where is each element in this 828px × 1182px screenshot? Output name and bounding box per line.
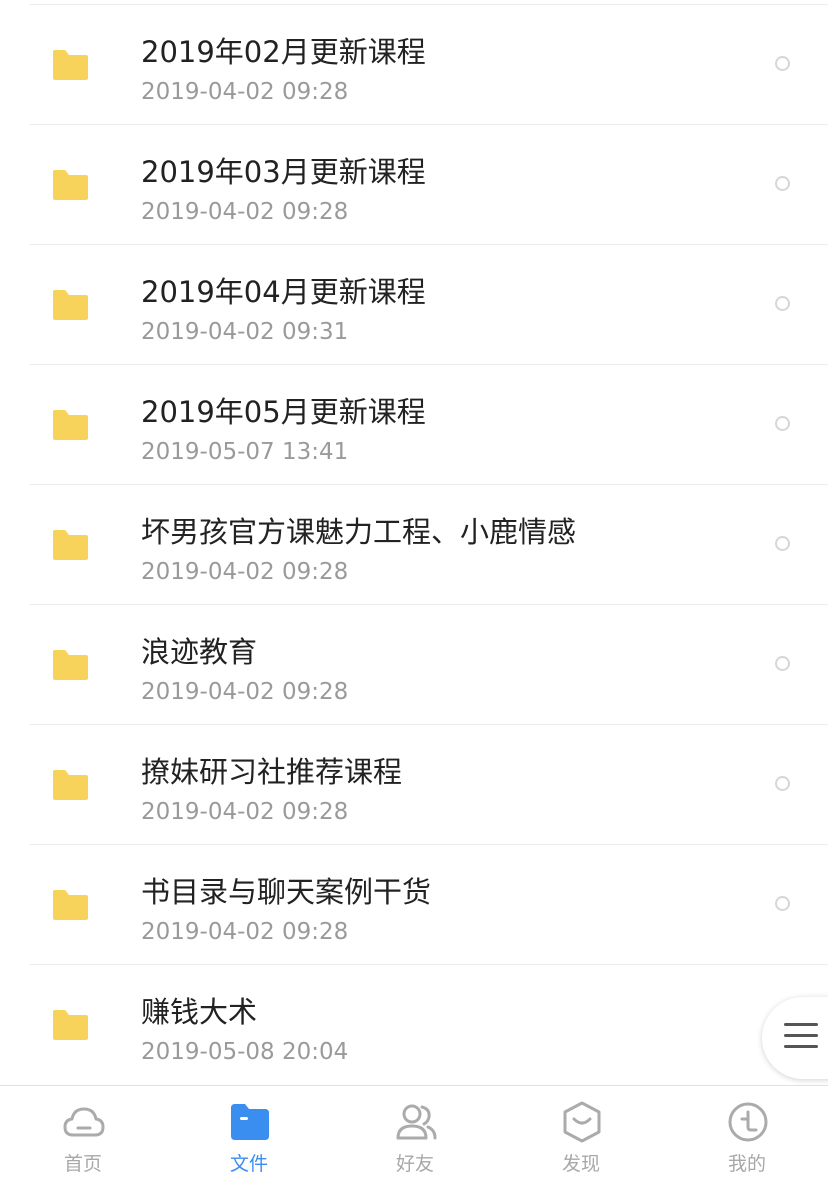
tab-label: 发现 <box>561 1153 600 1175</box>
list-item[interactable]: 2019年03月更新课程 2019-04-02 09:28 <box>0 125 828 245</box>
select-radio[interactable] <box>775 176 790 191</box>
file-modified-time: 2019-04-02 09:31 <box>141 319 349 345</box>
list-item[interactable]: 2019年04月更新课程 2019-04-02 09:31 <box>0 245 828 365</box>
file-modified-time: 2019-04-02 09:28 <box>141 919 349 945</box>
folder-icon <box>231 1104 269 1140</box>
menu-icon <box>784 1023 818 1026</box>
file-name: 2019年04月更新课程 <box>141 275 426 309</box>
list-item[interactable]: 撩妹研习社推荐课程 2019-04-02 09:28 <box>0 725 828 845</box>
file-modified-time: 2019-04-02 09:28 <box>141 199 349 225</box>
select-radio[interactable] <box>775 416 790 431</box>
list-item[interactable]: 赚钱大术 2019-05-08 20:04 <box>0 965 828 1085</box>
select-radio[interactable] <box>775 776 790 791</box>
select-radio[interactable] <box>775 536 790 551</box>
menu-icon-bar <box>784 1045 818 1048</box>
file-list: 2019年02月更新课程 2019-04-02 09:28 2019年03月更新… <box>0 0 828 1085</box>
file-modified-time: 2019-05-08 20:04 <box>141 1039 349 1065</box>
file-browser-screen: 2019年02月更新课程 2019-04-02 09:28 2019年03月更新… <box>0 0 828 1182</box>
folder-icon <box>53 890 88 920</box>
folder-icon <box>53 50 88 80</box>
tab-label: 好友 <box>395 1153 434 1175</box>
menu-icon-bar <box>784 1034 818 1037</box>
list-item[interactable]: 书目录与聊天案例干货 2019-04-02 09:28 <box>0 845 828 965</box>
file-name: 浪迹教育 <box>141 635 258 669</box>
file-modified-time: 2019-05-07 13:41 <box>141 439 349 465</box>
folder-icon <box>53 170 88 200</box>
select-radio[interactable] <box>775 296 790 311</box>
bottom-tab-bar: 首页 文件 好友 发现 我的 <box>0 1085 828 1182</box>
file-name: 书目录与聊天案例干货 <box>141 875 432 909</box>
file-modified-time: 2019-04-02 09:28 <box>141 79 349 105</box>
tab-friends[interactable]: 好友 <box>332 1086 498 1182</box>
discover-icon <box>563 1101 601 1143</box>
tab-label: 我的 <box>727 1153 766 1175</box>
file-modified-time: 2019-04-02 09:28 <box>141 799 349 825</box>
file-name: 赚钱大术 <box>141 995 258 1029</box>
select-radio[interactable] <box>775 656 790 671</box>
folder-icon <box>53 410 88 440</box>
cloud-icon <box>63 1107 105 1137</box>
folder-icon <box>53 650 88 680</box>
tab-label: 文件 <box>229 1153 268 1175</box>
tab-files[interactable]: 文件 <box>166 1086 332 1182</box>
file-name: 2019年05月更新课程 <box>141 395 426 429</box>
file-name: 2019年02月更新课程 <box>141 35 426 69</box>
list-item[interactable]: 坏男孩官方课魅力工程、小鹿情感 2019-04-02 09:28 <box>0 485 828 605</box>
friends-icon <box>396 1104 437 1140</box>
list-item[interactable]: 浪迹教育 2019-04-02 09:28 <box>0 605 828 725</box>
folder-icon <box>53 770 88 800</box>
file-name: 撩妹研习社推荐课程 <box>141 755 403 789</box>
select-radio[interactable] <box>775 896 790 911</box>
folder-icon <box>53 1010 88 1040</box>
file-modified-time: 2019-04-02 09:28 <box>141 679 349 705</box>
file-modified-time: 2019-04-02 09:28 <box>141 559 349 585</box>
list-item[interactable]: 2019年02月更新课程 2019-04-02 09:28 <box>0 5 828 125</box>
folder-icon <box>53 530 88 560</box>
tab-profile[interactable]: 我的 <box>664 1086 828 1182</box>
profile-icon <box>728 1102 768 1142</box>
file-name: 坏男孩官方课魅力工程、小鹿情感 <box>141 515 577 549</box>
folder-icon <box>53 290 88 320</box>
tab-home[interactable]: 首页 <box>0 1086 166 1182</box>
file-name: 2019年03月更新课程 <box>141 155 426 189</box>
tab-label: 首页 <box>63 1153 102 1175</box>
select-radio[interactable] <box>775 56 790 71</box>
list-item[interactable]: 2019年05月更新课程 2019-05-07 13:41 <box>0 365 828 485</box>
tab-discover[interactable]: 发现 <box>498 1086 664 1182</box>
